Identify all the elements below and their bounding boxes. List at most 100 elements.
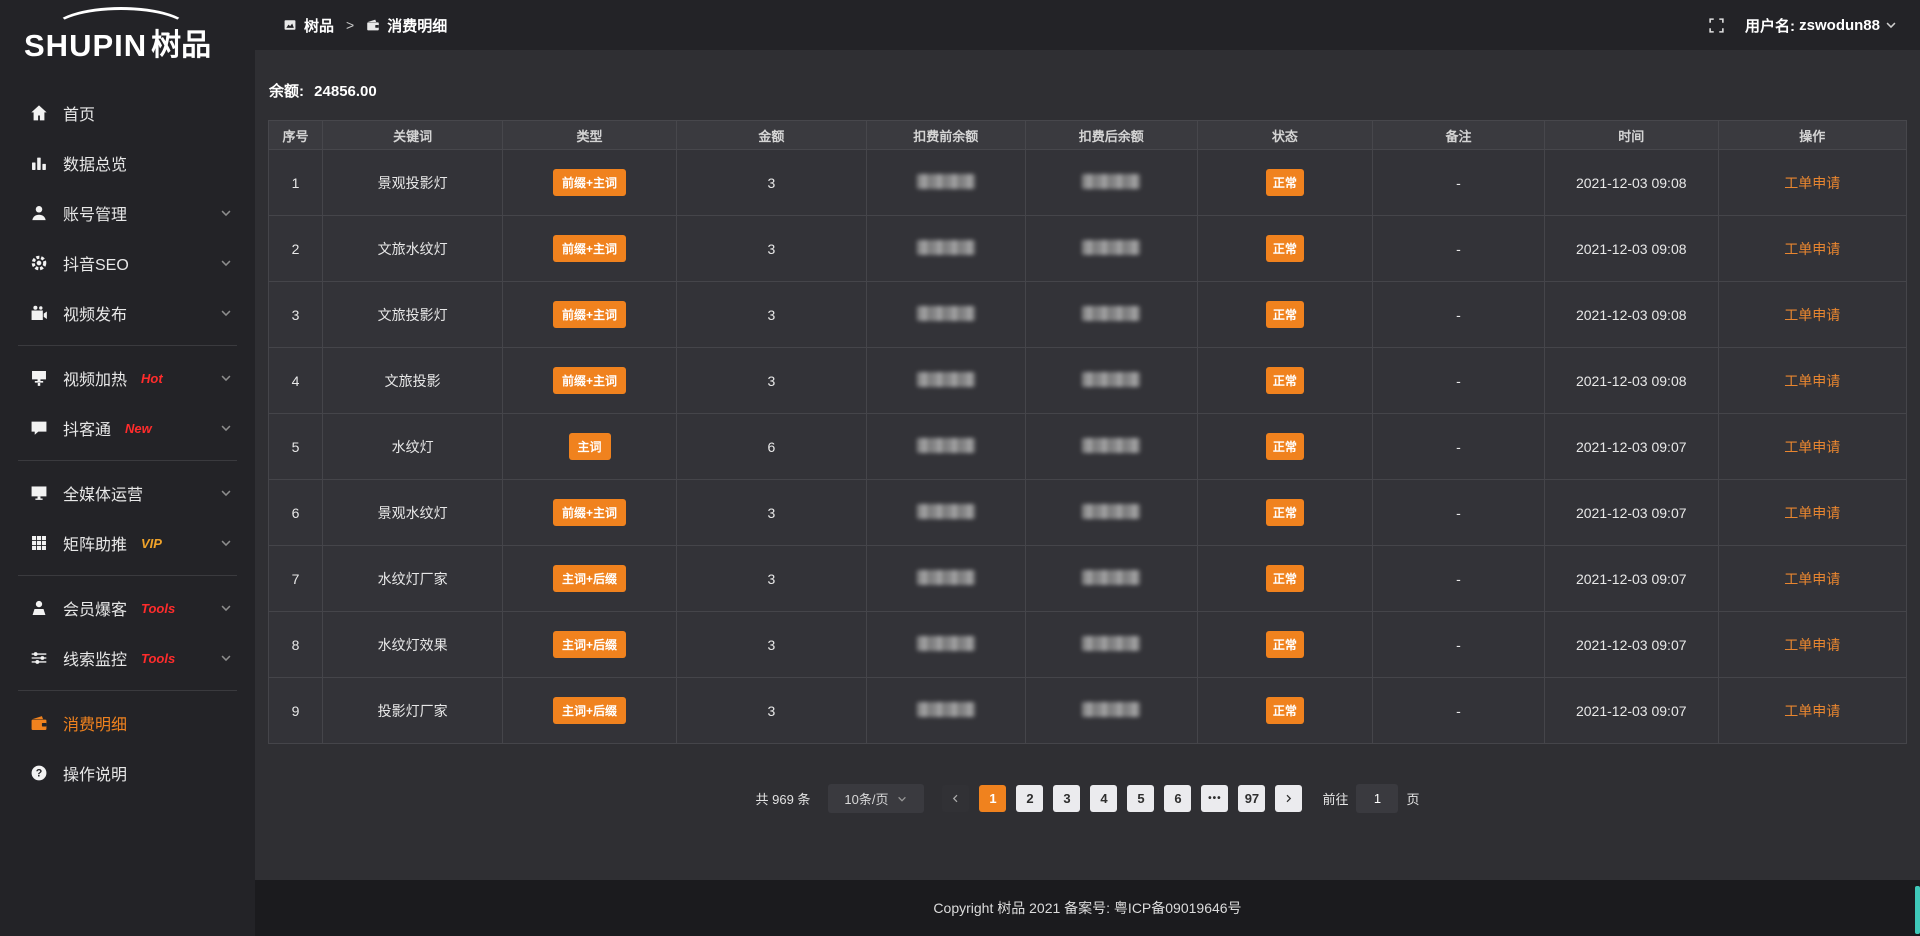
masked-balance-after: [1082, 504, 1140, 519]
chevron-left-icon: [950, 793, 961, 804]
work-order-link[interactable]: 工单申请: [1784, 241, 1840, 257]
user-menu[interactable]: 用户名: zswodun88: [1745, 15, 1898, 36]
cell-balance-before: [866, 282, 1025, 348]
page-button-5[interactable]: 5: [1127, 785, 1154, 812]
column-header: 序号: [269, 121, 323, 150]
column-header: 扣费后余额: [1025, 121, 1197, 150]
sidebar-item-member[interactable]: 会员爆客Tools: [0, 583, 255, 633]
cell-note: -: [1372, 282, 1544, 348]
prev-page-button[interactable]: [942, 785, 969, 812]
cell-keyword: 水纹灯效果: [323, 612, 503, 678]
sidebar-item-grid[interactable]: 矩阵助推VIP: [0, 518, 255, 568]
cell-keyword: 水纹灯厂家: [323, 546, 503, 612]
sidebar-item-home[interactable]: 首页: [0, 88, 255, 138]
cell-status: 正常: [1197, 546, 1372, 612]
pagination-total: 共 969 条: [756, 789, 811, 808]
cell-note: -: [1372, 216, 1544, 282]
status-badge: 正常: [1266, 631, 1304, 658]
page-more-button[interactable]: •••: [1201, 785, 1228, 812]
work-order-link[interactable]: 工单申请: [1784, 637, 1840, 653]
sidebar-item-chat[interactable]: 抖客通New: [0, 403, 255, 453]
cell-status: 正常: [1197, 150, 1372, 216]
cell-index: 3: [269, 282, 323, 348]
cell-balance-after: [1025, 348, 1197, 414]
sidebar-item-video[interactable]: 视频发布: [0, 288, 255, 338]
page-buttons: 123456 ••• 97: [979, 785, 1265, 812]
menu-divider: [18, 690, 237, 691]
table-row: 5水纹灯主词6正常-2021-12-03 09:07工单申请: [269, 414, 1907, 480]
username-value: zswodun88: [1799, 17, 1880, 34]
page-button-97[interactable]: 97: [1238, 785, 1265, 812]
sidebar-item-heat[interactable]: 视频加热Hot: [0, 353, 255, 403]
goto-page-input[interactable]: [1356, 784, 1398, 813]
table-row: 3文旅投影灯前缀+主词3正常-2021-12-03 09:08工单申请: [269, 282, 1907, 348]
cell-index: 8: [269, 612, 323, 678]
cell-amount: 3: [676, 678, 866, 744]
goto-suffix: 页: [1406, 789, 1419, 808]
cell-index: 2: [269, 216, 323, 282]
chevron-down-icon: [219, 651, 233, 665]
sidebar-item-user[interactable]: 账号管理: [0, 188, 255, 238]
fullscreen-icon[interactable]: [1708, 17, 1725, 34]
cell-index: 5: [269, 414, 323, 480]
sidebar: SHUPIN 树品 首页数据总览账号管理抖音SEO视频发布视频加热Hot抖客通N…: [0, 0, 255, 936]
page-size-select[interactable]: 10条/页: [828, 784, 924, 813]
work-order-link[interactable]: 工单申请: [1784, 571, 1840, 587]
cell-amount: 3: [676, 150, 866, 216]
work-order-link[interactable]: 工单申请: [1784, 175, 1840, 191]
sidebar-item-sliders[interactable]: 线索监控Tools: [0, 633, 255, 683]
page-button-4[interactable]: 4: [1090, 785, 1117, 812]
work-order-link[interactable]: 工单申请: [1784, 307, 1840, 323]
sidebar-menu: 首页数据总览账号管理抖音SEO视频发布视频加热Hot抖客通New 全媒体运营矩阵助…: [0, 74, 255, 798]
cell-balance-before: [866, 414, 1025, 480]
cell-balance-after: [1025, 678, 1197, 744]
sidebar-item-monitor[interactable]: 全媒体运营: [0, 468, 255, 518]
top-header: 树品 > 消费明细 用户名: zswodun88: [255, 0, 1920, 50]
column-header: 类型: [503, 121, 677, 150]
breadcrumb-item-root[interactable]: 树品: [304, 15, 334, 36]
app-logo[interactable]: SHUPIN 树品: [0, 0, 255, 74]
cell-balance-before: [866, 612, 1025, 678]
type-badge: 主词: [569, 433, 611, 460]
main-content: 余额: 24856.00 序号关键词类型金额扣费前余额扣费后余额状态备注时间操作…: [255, 50, 1920, 880]
chevron-right-icon: [1283, 793, 1294, 804]
sidebar-item-wallet[interactable]: 消费明细: [0, 698, 255, 748]
column-header: 时间: [1544, 121, 1718, 150]
work-order-link[interactable]: 工单申请: [1784, 703, 1840, 719]
column-header: 金额: [676, 121, 866, 150]
grid-icon: [30, 534, 48, 552]
cell-action: 工单申请: [1718, 612, 1906, 678]
status-badge: 正常: [1266, 235, 1304, 262]
cell-note: -: [1372, 480, 1544, 546]
sidebar-item-gear[interactable]: 抖音SEO: [0, 238, 255, 288]
cell-index: 9: [269, 678, 323, 744]
cell-amount: 3: [676, 216, 866, 282]
cell-balance-before: [866, 216, 1025, 282]
page-button-2[interactable]: 2: [1016, 785, 1043, 812]
cell-type: 主词: [503, 414, 677, 480]
consumption-table-wrap: 序号关键词类型金额扣费前余额扣费后余额状态备注时间操作 1景观投影灯前缀+主词3…: [268, 120, 1907, 744]
page-button-1[interactable]: 1: [979, 785, 1006, 812]
chevron-down-icon: [219, 486, 233, 500]
work-order-link[interactable]: 工单申请: [1784, 505, 1840, 521]
sliders-icon: [30, 649, 48, 667]
sidebar-item-badge: Hot: [141, 371, 163, 386]
cell-time: 2021-12-03 09:07: [1544, 546, 1718, 612]
sidebar-item-badge: New: [125, 421, 152, 436]
cell-status: 正常: [1197, 348, 1372, 414]
type-badge: 前缀+主词: [553, 367, 626, 394]
monitor-icon: [30, 484, 48, 502]
work-order-link[interactable]: 工单申请: [1784, 439, 1840, 455]
cell-note: -: [1372, 678, 1544, 744]
work-order-link[interactable]: 工单申请: [1784, 373, 1840, 389]
page-button-3[interactable]: 3: [1053, 785, 1080, 812]
cell-type: 前缀+主词: [503, 282, 677, 348]
chevron-down-icon: [219, 421, 233, 435]
sidebar-item-bar-chart[interactable]: 数据总览: [0, 138, 255, 188]
next-page-button[interactable]: [1275, 785, 1302, 812]
menu-divider: [18, 345, 237, 346]
scrollbar-fragment[interactable]: [1915, 886, 1920, 934]
page-button-6[interactable]: 6: [1164, 785, 1191, 812]
cell-amount: 6: [676, 414, 866, 480]
sidebar-item-help[interactable]: ?操作说明: [0, 748, 255, 798]
